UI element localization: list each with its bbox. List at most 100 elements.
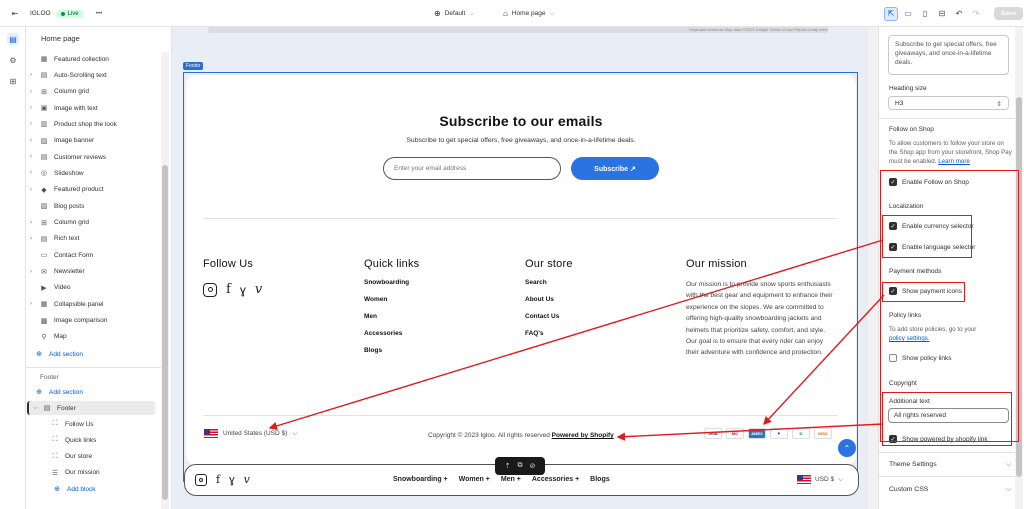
chevron-right-icon[interactable]: ›	[30, 121, 39, 127]
twitter-icon[interactable]: ɣ	[240, 283, 246, 297]
chevron-right-icon[interactable]: ›	[30, 138, 39, 144]
footer-add-section-button[interactable]: ⊕ Add section	[34, 385, 166, 399]
learn-more-link[interactable]: Learn more	[938, 158, 970, 165]
additional-text-input[interactable]: All rights reserved	[888, 408, 1009, 423]
quick-link[interactable]: Snowboarding	[364, 279, 419, 296]
vimeo-icon[interactable]: v	[255, 282, 262, 297]
section-item-label: Map	[54, 333, 67, 341]
bottom-nav-link[interactable]: Accessories +	[532, 476, 579, 483]
left-scrollbar-thumb[interactable]	[162, 165, 168, 500]
settings-rail-button[interactable]: ⚙	[7, 54, 19, 66]
save-button[interactable]: Save	[994, 7, 1024, 20]
chevron-right-icon[interactable]: ›	[30, 220, 39, 226]
facebook-icon[interactable]: f	[216, 473, 220, 486]
section-item[interactable]: › ◎ Slideshow	[26, 166, 158, 180]
mobile-view-button[interactable]: ▯	[918, 7, 932, 21]
footer-block-item[interactable]: ⛶ Our store	[42, 450, 171, 464]
chevron-right-icon[interactable]: ›	[30, 105, 39, 111]
section-item[interactable]: › ▦ Collapsible panel	[26, 297, 158, 311]
more-button[interactable]: •••	[96, 10, 103, 17]
chevron-right-icon[interactable]: ›	[30, 170, 39, 176]
store-link[interactable]: About Us	[525, 296, 573, 313]
policy-settings-link[interactable]: policy settings.	[889, 335, 930, 342]
section-item[interactable]: › ⊞ Column grid	[26, 216, 158, 230]
bottom-currency-selector[interactable]: USD $ ⌵	[797, 475, 843, 484]
section-item[interactable]: ▩ Image comparison	[26, 314, 158, 328]
add-block-button[interactable]: ⊕ Add block	[52, 482, 171, 496]
bottom-nav-link[interactable]: Snowboarding +	[393, 476, 448, 483]
section-item[interactable]: ▦ Featured collection	[26, 52, 158, 66]
section-item[interactable]: › ▣ Image with text	[26, 101, 158, 115]
enable-language-checkbox[interactable]: ✓ Enable language selector	[889, 243, 975, 251]
chevron-right-icon[interactable]: ›	[30, 72, 39, 78]
section-item[interactable]: › ▥ Product shop the look	[26, 117, 158, 131]
quick-link[interactable]: Accessories	[364, 330, 419, 347]
chevron-right-icon[interactable]: ›	[30, 154, 39, 160]
bottom-nav-link[interactable]: Men +	[501, 476, 521, 483]
section-item[interactable]: › ◆ Featured product	[26, 183, 158, 197]
hide-icon[interactable]: ⊘	[530, 462, 536, 470]
powered-by-link[interactable]: Powered by Shopify	[552, 432, 614, 439]
enable-follow-checkbox[interactable]: ✓ Enable Follow on Shop	[889, 178, 969, 186]
section-item[interactable]: › ⊞ Column grid	[26, 85, 158, 99]
chevron-right-icon[interactable]: ›	[30, 269, 39, 275]
footer-section-tag[interactable]: Footer	[183, 62, 204, 70]
footer-block-item[interactable]: ☰ Our mission	[42, 466, 171, 480]
section-item[interactable]: ▭ Contact Form	[26, 248, 158, 262]
chevron-right-icon[interactable]: ›	[30, 236, 39, 242]
page-selector[interactable]: ⌂ Home page ⌵	[503, 0, 554, 27]
scroll-top-button[interactable]: ⌃	[838, 439, 856, 457]
theme-selector[interactable]: ⊕ Default ⌵	[434, 0, 474, 27]
currency-selector[interactable]: United States (USD $) ⌵	[204, 429, 297, 438]
custom-css-accordion[interactable]: Custom CSS ⌵	[889, 486, 1011, 493]
show-policy-checkbox[interactable]: Show policy links	[889, 354, 952, 362]
apps-rail-button[interactable]: ⊞	[7, 75, 19, 87]
heading-size-select[interactable]: H3 ⇕	[888, 96, 1009, 110]
desktop-view-button[interactable]: ▭	[901, 7, 915, 21]
section-item[interactable]: › ▨ Image banner	[26, 134, 158, 148]
description-textarea[interactable]: Subscribe to get special offers, free gi…	[888, 35, 1009, 75]
show-powered-checkbox[interactable]: ✓ Show powered by shopify link	[889, 435, 988, 443]
store-link[interactable]: Search	[525, 279, 573, 296]
bottom-nav-link[interactable]: Women +	[459, 476, 490, 483]
instagram-icon[interactable]	[195, 473, 207, 486]
fullscreen-button[interactable]: ⊟	[935, 7, 949, 21]
footer-block-item[interactable]: ⛶ Quick links	[42, 433, 171, 447]
section-item[interactable]: ⚲ Map	[26, 330, 158, 344]
quick-link[interactable]: Women	[364, 296, 419, 313]
quick-link[interactable]: Blogs	[364, 347, 419, 364]
theme-settings-accordion[interactable]: Theme Settings ⌵	[889, 461, 1011, 468]
show-payment-checkbox[interactable]: ✓ Show payment icons	[889, 287, 962, 295]
move-up-icon[interactable]: ⇡	[505, 462, 511, 470]
chevron-right-icon[interactable]: ›	[30, 187, 39, 193]
chevron-right-icon[interactable]: ›	[30, 301, 39, 307]
instagram-icon[interactable]	[203, 282, 217, 297]
enable-currency-checkbox[interactable]: ✓ Enable currency selector	[889, 222, 974, 230]
undo-button[interactable]: ↶	[952, 7, 966, 21]
section-item[interactable]: › ▤ Auto-Scrolling text	[26, 68, 158, 82]
footer-section-item[interactable]: ⌵ ▤ Footer	[27, 401, 155, 415]
sections-rail-button[interactable]: ▤	[7, 33, 19, 45]
duplicate-icon[interactable]: ⧉	[518, 462, 523, 470]
vimeo-icon[interactable]: v	[244, 473, 250, 486]
footer-block-item[interactable]: ⛶ Follow Us	[42, 417, 171, 431]
store-link[interactable]: Contact Us	[525, 313, 573, 330]
chevron-right-icon[interactable]: ›	[30, 89, 39, 95]
section-item[interactable]: ▧ Blog posts	[26, 199, 158, 213]
bottom-nav-link[interactable]: Blogs	[590, 476, 609, 483]
twitter-icon[interactable]: ɣ	[229, 474, 235, 486]
subscribe-button[interactable]: Subscribe ↗	[571, 157, 659, 180]
section-item[interactable]: › ▤ Rich text	[26, 232, 158, 246]
redo-button[interactable]: ↷	[969, 7, 983, 21]
email-input[interactable]	[383, 157, 561, 180]
facebook-icon[interactable]: f	[226, 282, 231, 297]
right-scrollbar-thumb[interactable]	[1016, 97, 1022, 477]
exit-button[interactable]: ⇤	[8, 0, 22, 27]
section-item[interactable]: ▶ Video	[26, 281, 158, 295]
store-link[interactable]: FAQ's	[525, 330, 573, 347]
add-section-button[interactable]: ⊕ Add section	[34, 347, 166, 361]
quick-link[interactable]: Men	[364, 313, 419, 330]
section-item[interactable]: › ✉ Newsletter	[26, 265, 158, 279]
inspector-button[interactable]: ⇱	[884, 6, 898, 21]
section-item[interactable]: › ▤ Customer reviews	[26, 150, 158, 164]
